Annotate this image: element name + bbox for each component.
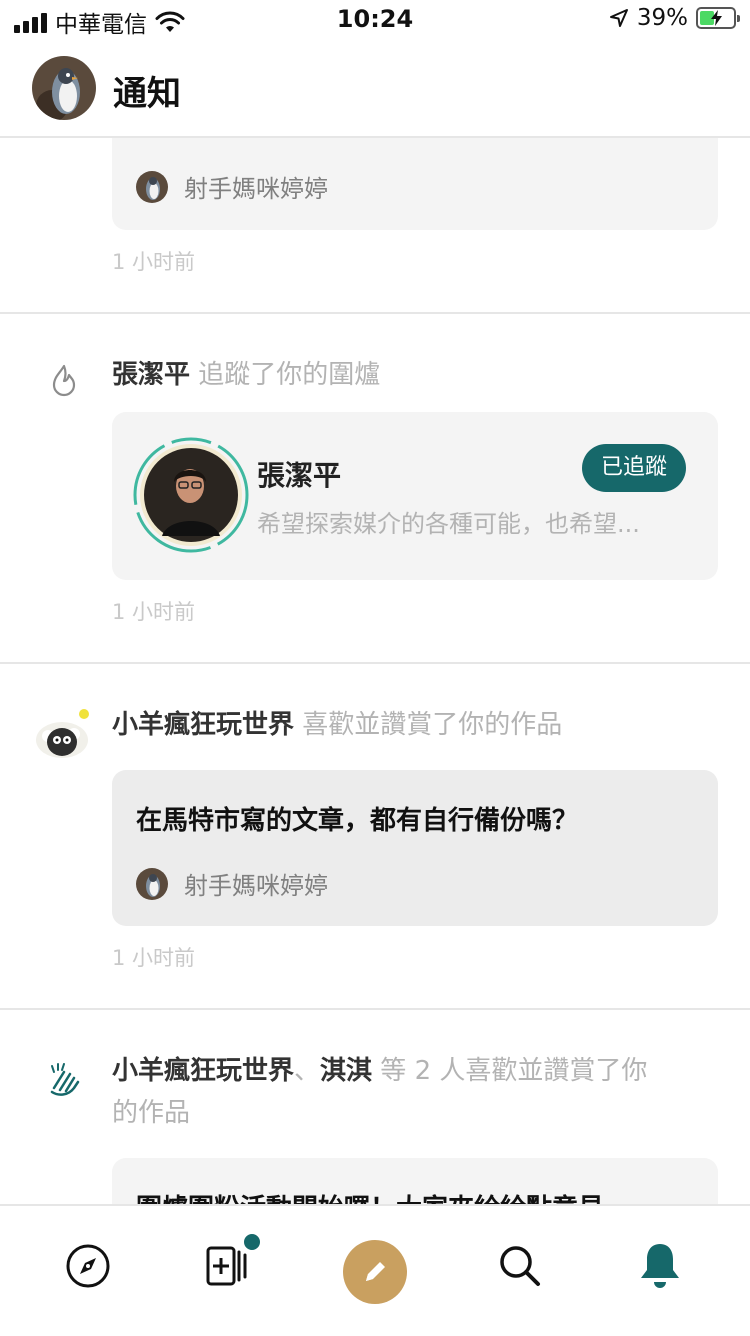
fire-icon [52, 364, 76, 397]
article-card[interactable]: 圍爐圍粉活動開始囉！大家來給給點意見 [112, 1158, 718, 1204]
author-avatar [136, 170, 168, 203]
notification-item[interactable]: 小羊瘋狂玩世界 喜歡並讚賞了你的作品 在馬特市寫的文章，都有自行備份嗎？ 射手媽… [0, 664, 750, 1010]
status-bar: 中華電信 10:24 39% [0, 0, 750, 40]
battery-icon [696, 7, 740, 29]
notification-action: 的作品 [112, 1098, 191, 1128]
bottom-navigation [0, 1204, 750, 1336]
author-avatar [136, 867, 168, 900]
article-card[interactable]: 射手媽咪婷婷 [112, 138, 718, 230]
actor-name[interactable]: 小羊瘋狂玩世界 [112, 710, 294, 740]
profile-bio: 希望探索媒介的各種可能，也希望... [257, 510, 640, 538]
nav-notifications[interactable] [630, 1236, 690, 1296]
notification-item[interactable]: 小羊瘋狂玩世界、淇淇 等 2 人喜歡並讚賞了你 的作品 圍爐圍粉活動開始囉！大家… [0, 1010, 750, 1204]
page-header: 通知 [0, 40, 750, 138]
nav-following[interactable] [198, 1232, 262, 1296]
name-separator: 、 [294, 1056, 321, 1086]
notification-badge-dot [242, 1232, 262, 1252]
charging-bolt-icon [711, 10, 722, 26]
nav-discover[interactable] [58, 1236, 118, 1296]
author-name: 射手媽咪婷婷 [184, 872, 328, 900]
profile-avatar[interactable] [132, 436, 250, 554]
article-author[interactable]: 射手媽咪婷婷 [136, 866, 328, 901]
profile-name: 張潔平 [257, 459, 342, 492]
actor-name[interactable]: 小羊瘋狂玩世界 [112, 1056, 294, 1086]
notification-text: 小羊瘋狂玩世界 喜歡並讚賞了你的作品 [112, 704, 562, 746]
notification-item[interactable]: 射手媽咪婷婷 1 小时前 [0, 138, 750, 314]
following-button[interactable]: 已追蹤 [582, 444, 686, 492]
notification-item[interactable]: 張潔平 追蹤了你的圍爐 張潔平 希望探索媒介的各種可能，也希望... 已追蹤 1… [0, 314, 750, 664]
pencil-icon [366, 1262, 385, 1281]
article-title: 在馬特市寫的文章，都有自行備份嗎？ [136, 806, 579, 836]
notification-action: 喜歡並讚賞了你的作品 [302, 710, 563, 740]
clap-icon [50, 1063, 80, 1096]
notification-time: 1 小时前 [112, 600, 196, 624]
notification-text: 張潔平 追蹤了你的圍爐 [112, 354, 380, 396]
status-right: 39% [609, 5, 740, 31]
author-name: 射手媽咪婷婷 [184, 175, 328, 203]
notification-text: 小羊瘋狂玩世界、淇淇 等 2 人喜歡並讚賞了你 的作品 [112, 1050, 712, 1134]
bell-icon [641, 1244, 679, 1288]
actor-avatar[interactable] [32, 702, 96, 762]
user-avatar[interactable] [32, 56, 96, 120]
search-icon [500, 1246, 540, 1286]
profile-card[interactable]: 張潔平 希望探索媒介的各種可能，也希望... 已追蹤 [112, 412, 718, 580]
notification-time: 1 小时前 [112, 250, 196, 274]
nav-write-button[interactable] [343, 1240, 407, 1304]
nav-search[interactable] [490, 1236, 550, 1296]
article-author[interactable]: 射手媽咪婷婷 [136, 169, 328, 204]
actor-name[interactable]: 淇淇 [320, 1056, 372, 1086]
notification-list[interactable]: 射手媽咪婷婷 1 小时前 張潔平 追蹤了你的圍爐 張潔平 希望探索媒介的各種可能… [0, 138, 750, 1204]
actor-name[interactable]: 張潔平 [112, 360, 190, 390]
battery-percentage: 39% [636, 5, 688, 31]
notification-time: 1 小时前 [112, 946, 196, 970]
notification-action: 等 2 人喜歡並讚賞了你 [372, 1056, 648, 1086]
location-arrow-icon [609, 9, 628, 27]
page-title: 通知 [113, 74, 181, 114]
compass-icon [66, 1244, 110, 1288]
article-title: 圍爐圍粉活動開始囉！大家來給給點意見 [136, 1188, 706, 1204]
notification-action: 追蹤了你的圍爐 [198, 360, 381, 390]
article-card[interactable]: 在馬特市寫的文章，都有自行備份嗎？ 射手媽咪婷婷 [112, 770, 718, 926]
